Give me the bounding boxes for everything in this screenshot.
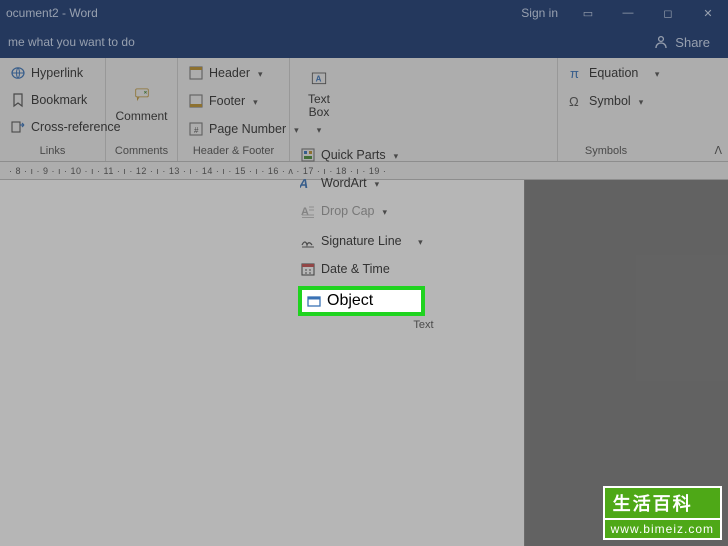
textbox-button[interactable]: A TextBox [298, 62, 340, 136]
share-icon [653, 34, 669, 50]
titlebar: ocument2 - Word Sign in ▭ — ◻ ✕ [0, 0, 728, 26]
group-text: A TextBox Quick Parts A WordArt A Drop C… [290, 58, 558, 161]
group-text-label: Text [298, 316, 549, 335]
group-hf: Header Footer # Page Number Header & Foo… [178, 58, 290, 161]
share-label: Share [675, 35, 710, 50]
datetime-icon [300, 261, 316, 277]
watermark-text: 生活百科 [603, 486, 722, 520]
comment-icon [128, 82, 156, 106]
crossref-icon [10, 119, 26, 135]
hyperlink-label: Hyperlink [31, 66, 83, 80]
header-button[interactable]: Header [186, 62, 281, 84]
group-symbols-label: Symbols [566, 142, 646, 161]
group-hf-label: Header & Footer [186, 142, 281, 161]
close-icon[interactable]: ✕ [688, 0, 728, 26]
group-symbols: π Equation Ω Symbol Symbols [558, 58, 654, 161]
maximize-icon[interactable]: ◻ [648, 0, 688, 26]
svg-text:#: # [194, 126, 199, 135]
share-button[interactable]: Share [643, 30, 720, 54]
hyperlink-button[interactable]: Hyperlink [8, 62, 97, 84]
wordart-button[interactable]: A WordArt [298, 172, 400, 194]
dropcap-button[interactable]: A Drop Cap [298, 200, 400, 222]
watermark: 生活百科 www.bimeiz.com [603, 486, 722, 540]
group-comments-label: Comments [114, 142, 169, 161]
group-links: Hyperlink Bookmark Cross-reference Links [0, 58, 106, 161]
textbox-icon: A [307, 68, 331, 90]
header-icon [188, 65, 204, 81]
footer-label: Footer [209, 94, 245, 108]
crossref-button[interactable]: Cross-reference [8, 116, 97, 138]
group-comments: Comment Comments [106, 58, 178, 161]
object-button[interactable]: Object [298, 286, 425, 316]
comment-label: Comment [115, 109, 167, 123]
object-icon [306, 293, 322, 309]
symbol-icon: Ω [568, 93, 584, 109]
equation-button[interactable]: π Equation [566, 62, 646, 84]
svg-text:A: A [300, 177, 311, 192]
ribbon: Hyperlink Bookmark Cross-reference Links… [0, 58, 728, 162]
equation-label: Equation [589, 66, 638, 80]
sigline-icon [300, 233, 316, 249]
pagenum-icon: # [188, 121, 204, 137]
symbol-button[interactable]: Ω Symbol [566, 90, 646, 112]
dropcap-icon: A [300, 203, 316, 219]
equation-icon: π [568, 65, 584, 81]
bookmark-label: Bookmark [31, 93, 87, 107]
window-title: ocument2 - Word [0, 6, 511, 20]
wordart-icon: A [300, 175, 316, 191]
hyperlink-icon [10, 65, 26, 81]
footer-button[interactable]: Footer [186, 90, 281, 112]
symbol-label: Symbol [589, 94, 631, 108]
quickparts-button[interactable]: Quick Parts [298, 144, 400, 166]
tellme-bar: me what you want to do Share [0, 26, 728, 58]
svg-text:A: A [316, 75, 322, 84]
datetime-button[interactable]: Date & Time [298, 258, 425, 280]
object-label: Object [327, 292, 373, 310]
header-label: Header [209, 66, 250, 80]
sigline-button[interactable]: Signature Line [298, 230, 425, 252]
quickparts-label: Quick Parts [321, 148, 386, 162]
tellme-text[interactable]: me what you want to do [8, 35, 135, 49]
minimize-icon[interactable]: — [608, 0, 648, 26]
signin-link[interactable]: Sign in [511, 6, 568, 20]
comment-button[interactable]: Comment [111, 82, 173, 123]
bookmark-icon [10, 92, 26, 108]
wordart-label: WordArt [321, 176, 367, 190]
datetime-label: Date & Time [321, 262, 390, 276]
watermark-url: www.bimeiz.com [603, 520, 722, 540]
pagenum-label: Page Number [209, 122, 286, 136]
svg-text:Ω: Ω [569, 94, 579, 109]
pagenum-button[interactable]: # Page Number [186, 118, 281, 140]
dropcap-label: Drop Cap [321, 204, 375, 218]
ribbon-display-icon[interactable]: ▭ [568, 0, 608, 26]
svg-text:π: π [570, 66, 579, 81]
footer-icon [188, 93, 204, 109]
collapse-ribbon-icon[interactable]: ᐱ [714, 144, 722, 157]
textbox-label: TextBox [308, 93, 330, 119]
sigline-label: Signature Line [321, 234, 402, 248]
svg-text:A: A [301, 206, 309, 218]
bookmark-button[interactable]: Bookmark [8, 89, 97, 111]
group-links-label: Links [8, 142, 97, 161]
quickparts-icon [300, 147, 316, 163]
